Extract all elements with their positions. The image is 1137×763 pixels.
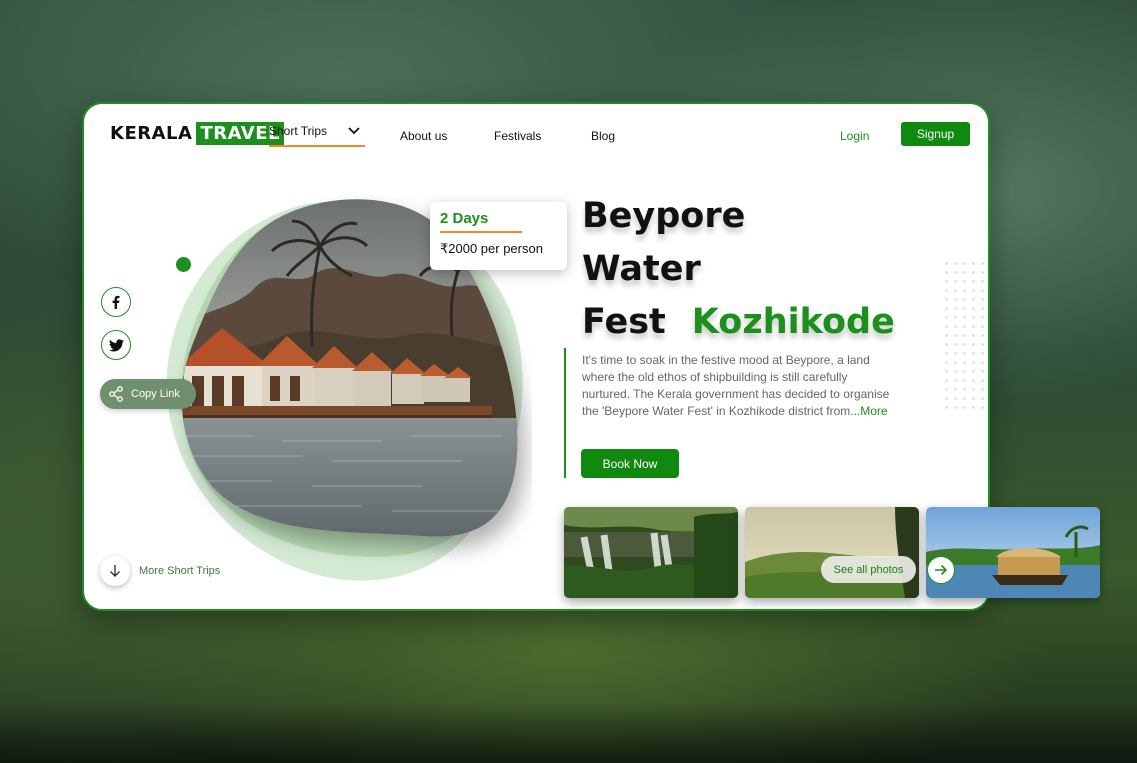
gallery-thumb-waterfall[interactable] [564, 507, 738, 598]
title-line-3: Fest Kozhikode [582, 296, 895, 349]
hero-description: It's time to soak in the festive mood at… [582, 352, 892, 420]
facebook-icon [112, 295, 120, 309]
title-fest: Fest [582, 302, 666, 342]
read-more-link[interactable]: ...More [850, 404, 887, 418]
more-short-trips[interactable]: More Short Trips [100, 556, 220, 586]
title-line-1: Beypore [582, 196, 746, 236]
decorative-dot [176, 257, 191, 272]
decorative-dot-grid [942, 259, 987, 409]
share-icon [109, 386, 123, 402]
gallery-thumb-hills[interactable] [745, 507, 919, 598]
nav-festivals[interactable]: Festivals [494, 129, 541, 143]
offer-underline [440, 231, 522, 233]
offer-price: ₹2000 per person [440, 241, 543, 256]
houseboat-image [926, 507, 1100, 598]
copy-link-button[interactable]: Copy Link [100, 379, 196, 409]
offer-card: 2 Days ₹2000 per person [430, 202, 567, 270]
facebook-button[interactable] [101, 287, 131, 317]
title-location: Kozhikode [691, 302, 895, 342]
copy-link-label: Copy Link [131, 388, 180, 400]
gallery-thumb-houseboat[interactable] [926, 507, 1100, 598]
arrow-down-icon [110, 565, 120, 577]
chevron-down-icon [348, 127, 360, 135]
arrow-right-icon [935, 564, 948, 576]
login-link[interactable]: Login [840, 129, 869, 143]
arrow-down-button[interactable] [100, 556, 130, 586]
logo-kerala: KERALA [110, 122, 193, 144]
book-now-button[interactable]: Book Now [581, 449, 679, 478]
hills-image [745, 507, 919, 598]
offer-duration: 2 Days [440, 210, 489, 227]
gallery-next-button[interactable] [927, 556, 955, 584]
description-text: It's time to soak in the festive mood at… [582, 353, 890, 418]
signup-button[interactable]: Signup [901, 122, 970, 146]
short-trips-dropdown[interactable]: Short Trips [269, 124, 365, 147]
nav-blog[interactable]: Blog [591, 129, 615, 143]
hero-title: Beypore Water Fest Kozhikode [582, 190, 895, 349]
description-accent-bar [564, 348, 566, 478]
see-all-photos-button[interactable]: See all photos [821, 556, 916, 583]
logo[interactable]: KERALA TRAVEL [110, 120, 284, 146]
nav-about-us[interactable]: About us [400, 129, 447, 143]
short-trips-label: Short Trips [269, 124, 328, 138]
twitter-icon [108, 338, 124, 351]
more-short-trips-label: More Short Trips [139, 565, 221, 577]
twitter-button[interactable] [101, 330, 131, 360]
waterfall-image [564, 507, 738, 598]
title-line-2: Water [582, 249, 701, 289]
